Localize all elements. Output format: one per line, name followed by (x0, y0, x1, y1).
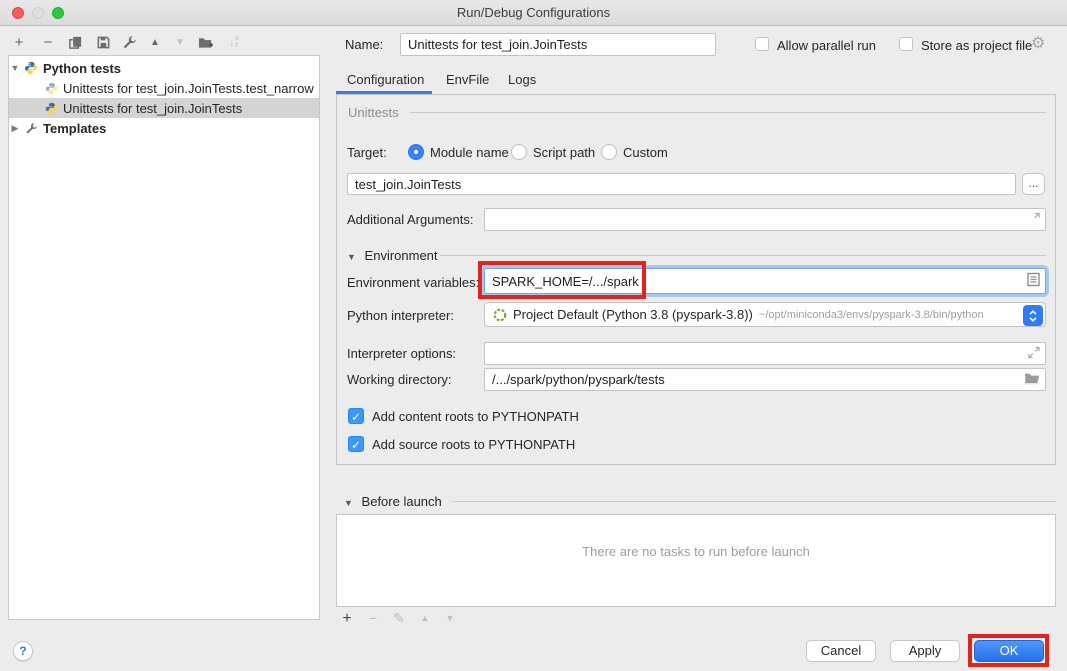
tree-item-label: Unittests for test_join.JoinTests.test_n… (63, 81, 314, 96)
radio-module-name[interactable] (408, 144, 424, 160)
unittests-section-line (410, 112, 1046, 113)
radio-module-name-label: Module name (430, 145, 509, 160)
before-launch-section-line (452, 501, 1056, 502)
move-down-icon: ▼ (171, 33, 189, 51)
python-interpreter-select[interactable]: Project Default (Python 3.8 (pyspark-3.8… (484, 302, 1046, 327)
tree-item-templates[interactable]: ▶ Templates (9, 118, 319, 138)
tree-item-unittests-test-narrow[interactable]: Unittests for test_join.JoinTests.test_n… (9, 78, 319, 98)
run-debug-configurations-dialog: Run/Debug Configurations + − ▲ ▼ ↓az ▼ P… (0, 0, 1067, 671)
folder-icon[interactable] (1024, 372, 1040, 388)
conda-env-icon (493, 308, 507, 322)
interpreter-options-field-wrap (484, 342, 1046, 365)
add-configuration-icon[interactable]: + (10, 33, 28, 51)
env-vars-list-icon[interactable] (1027, 273, 1040, 290)
store-as-project-file-checkbox[interactable] (899, 37, 913, 51)
python-interpreter-path: ~/opt/miniconda3/envs/pyspark-3.8/bin/py… (759, 309, 984, 321)
collapse-icon[interactable]: ▼ (347, 252, 356, 262)
ok-button-highlight-red-box (968, 634, 1049, 667)
add-content-roots-label: Add content roots to PYTHONPATH (372, 409, 579, 424)
before-launch-add-icon[interactable]: + (338, 610, 356, 628)
radio-custom-label: Custom (623, 145, 668, 160)
python-interpreter-value: Project Default (Python 3.8 (pyspark-3.8… (513, 307, 753, 322)
python-icon (23, 60, 39, 76)
sort-alphabetically-icon: ↓az (225, 33, 243, 51)
interpreter-options-input[interactable] (485, 343, 1045, 364)
working-directory-input[interactable] (485, 369, 1045, 390)
cancel-button[interactable]: Cancel (806, 640, 876, 662)
before-launch-remove-icon: − (364, 610, 382, 626)
help-button[interactable]: ? (13, 641, 33, 661)
copy-configuration-icon[interactable] (66, 33, 84, 51)
name-label: Name: (345, 37, 383, 52)
move-up-icon[interactable]: ▲ (146, 33, 164, 51)
window-title: Run/Debug Configurations (0, 5, 1067, 20)
add-content-roots-checkbox[interactable]: ✓ (348, 408, 364, 424)
before-launch-edit-icon: ✎ (390, 610, 408, 627)
before-launch-section-header[interactable]: ▼ Before launch (344, 494, 442, 509)
combo-stepper-icon[interactable] (1023, 305, 1043, 326)
tab-logs[interactable]: Logs (508, 72, 536, 87)
before-launch-empty-text: There are no tasks to run before launch (337, 544, 1055, 559)
interpreter-options-label: Interpreter options: (347, 346, 456, 361)
tree-item-label: Templates (43, 121, 106, 136)
python-interpreter-label: Python interpreter: (347, 308, 454, 323)
collapse-icon[interactable]: ▼ (9, 63, 21, 73)
module-name-input[interactable] (348, 174, 1015, 194)
allow-parallel-run-label: Allow parallel run (777, 38, 876, 53)
radio-script-path-label: Script path (533, 145, 595, 160)
additional-arguments-field-wrap (484, 208, 1046, 231)
unittests-section-title: Unittests (348, 105, 399, 120)
collapse-icon[interactable]: ▼ (344, 498, 353, 508)
tab-configuration[interactable]: Configuration (347, 72, 424, 87)
environment-variables-label: Environment variables: (347, 275, 479, 290)
expand-icon[interactable]: ▶ (9, 123, 21, 134)
before-launch-section-label: Before launch (362, 494, 442, 509)
add-source-roots-label: Add source roots to PYTHONPATH (372, 437, 575, 452)
tree-item-label: Python tests (43, 61, 121, 76)
name-input[interactable] (401, 34, 715, 55)
tree-item-python-tests[interactable]: ▼ Python tests (9, 58, 319, 78)
before-launch-move-down-icon: ▼ (441, 610, 459, 623)
additional-arguments-input[interactable] (485, 209, 1045, 230)
apply-button[interactable]: Apply (890, 640, 960, 662)
module-name-field-wrap (347, 173, 1016, 195)
environment-section-header[interactable]: ▼ Environment (347, 248, 438, 263)
gear-icon[interactable]: ⚙ (1031, 33, 1045, 53)
store-as-project-file-label: Store as project file (921, 38, 1032, 53)
before-launch-task-list: There are no tasks to run before launch (336, 514, 1056, 607)
python-icon (43, 80, 59, 96)
python-icon (43, 100, 59, 116)
allow-parallel-run-checkbox[interactable] (755, 37, 769, 51)
title-bar: Run/Debug Configurations (0, 0, 1067, 26)
radio-custom[interactable] (601, 144, 617, 160)
before-launch-move-up-icon: ▲ (416, 610, 434, 623)
save-configuration-icon[interactable] (94, 33, 112, 51)
expand-field-icon[interactable] (1028, 346, 1040, 361)
tree-item-label: Unittests for test_join.JoinTests (63, 101, 242, 116)
expand-field-icon[interactable] (1028, 212, 1040, 227)
wrench-icon (23, 120, 39, 136)
edit-templates-wrench-icon[interactable] (120, 33, 138, 51)
env-vars-highlight-red-box (478, 261, 646, 299)
working-directory-field-wrap (484, 368, 1046, 391)
environment-section-label: Environment (365, 248, 438, 263)
tab-envfile[interactable]: EnvFile (446, 72, 489, 87)
working-directory-label: Working directory: (347, 372, 452, 387)
configurations-tree: ▼ Python tests Unittests for test_join.J… (8, 55, 320, 620)
remove-configuration-icon[interactable]: − (39, 33, 57, 51)
target-label: Target: (347, 145, 387, 160)
additional-arguments-label: Additional Arguments: (347, 212, 473, 227)
browse-button[interactable]: ... (1022, 173, 1045, 195)
radio-script-path[interactable] (511, 144, 527, 160)
tree-item-unittests-jointests-selected[interactable]: Unittests for test_join.JoinTests (9, 98, 319, 118)
add-source-roots-checkbox[interactable]: ✓ (348, 436, 364, 452)
name-field-wrap (400, 33, 716, 56)
environment-section-line (440, 255, 1046, 256)
new-folder-icon[interactable] (197, 33, 215, 51)
